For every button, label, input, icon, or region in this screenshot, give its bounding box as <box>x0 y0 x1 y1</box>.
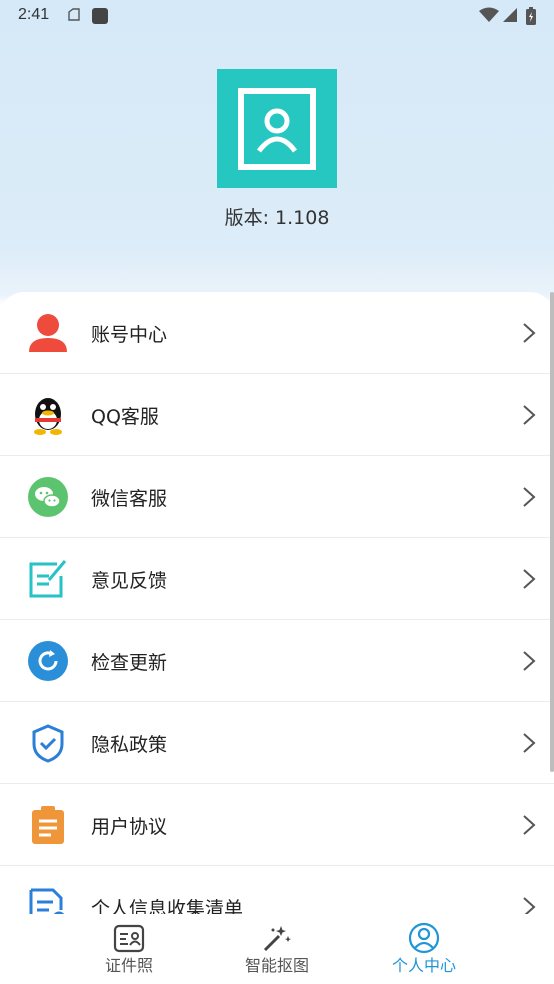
menu-item-qq-service[interactable]: QQ客服 <box>0 374 554 456</box>
person-icon <box>29 314 67 352</box>
menu-card: 账号中心 QQ客服 微信客服 意见反馈 检查更新 隐私政策 用户协议 个人信息收… <box>0 292 554 914</box>
clipboard-icon <box>32 806 64 844</box>
app-version: 版本: 1.108 <box>224 207 330 229</box>
menu-item-label: 意见反馈 <box>91 570 168 592</box>
app-notification-icon <box>92 8 108 24</box>
battery-icon <box>526 7 536 25</box>
chevron-right-icon <box>523 487 536 507</box>
chevron-right-icon <box>523 815 536 835</box>
nav-label: 智能抠图 <box>244 956 309 975</box>
user-circle-icon <box>408 922 440 954</box>
wechat-icon <box>28 477 68 517</box>
menu-item-check-update[interactable]: 检查更新 <box>0 620 554 702</box>
nav-tab-id-photo[interactable]: 证件照 <box>69 914 189 984</box>
nav-label: 个人中心 <box>391 956 456 975</box>
nav-label: 证件照 <box>104 956 153 975</box>
menu-item-label: 检查更新 <box>91 652 168 674</box>
chevron-right-icon <box>523 569 536 589</box>
menu-item-user-agreement[interactable]: 用户协议 <box>0 784 554 866</box>
menu-item-label: QQ客服 <box>91 406 159 428</box>
menu-item-wechat-service[interactable]: 微信客服 <box>0 456 554 538</box>
profile-header: 版本: 1.108 <box>0 32 554 292</box>
shield-icon <box>32 724 64 763</box>
chevron-right-icon <box>523 323 536 343</box>
id-card-icon <box>113 924 145 953</box>
app-logo <box>217 69 337 188</box>
wifi-icon <box>479 7 499 22</box>
notification-icon <box>68 8 80 21</box>
menu-item-feedback[interactable]: 意见反馈 <box>0 538 554 620</box>
document-search-icon <box>29 888 65 914</box>
menu-item-label: 隐私政策 <box>91 734 168 756</box>
nav-tab-personal-center[interactable]: 个人中心 <box>364 914 484 984</box>
status-bar: 2:41 <box>0 0 554 32</box>
chevron-right-icon <box>523 733 536 753</box>
feedback-icon <box>29 560 67 598</box>
bottom-navigation: 证件照 智能抠图 个人中心 <box>0 914 554 984</box>
menu-item-privacy-policy[interactable]: 隐私政策 <box>0 702 554 784</box>
portrait-icon <box>238 88 316 170</box>
menu-item-account-center[interactable]: 账号中心 <box>0 292 554 374</box>
refresh-icon <box>28 641 68 681</box>
menu-item-label: 用户协议 <box>91 816 168 838</box>
status-time: 2:41 <box>18 6 50 23</box>
menu-item-label: 账号中心 <box>91 324 168 346</box>
magic-wand-icon <box>263 926 291 952</box>
qq-icon <box>34 398 62 435</box>
menu-item-label: 个人信息收集清单 <box>91 898 244 914</box>
scrollbar[interactable] <box>550 292 554 772</box>
nav-tab-smart-cutout[interactable]: 智能抠图 <box>217 914 337 984</box>
chevron-right-icon <box>523 405 536 425</box>
signal-icon <box>503 8 517 22</box>
menu-item-label: 微信客服 <box>91 488 168 510</box>
menu-item-personal-info-list[interactable]: 个人信息收集清单 <box>0 866 554 914</box>
chevron-right-icon <box>523 651 536 671</box>
chevron-right-icon <box>523 897 536 914</box>
